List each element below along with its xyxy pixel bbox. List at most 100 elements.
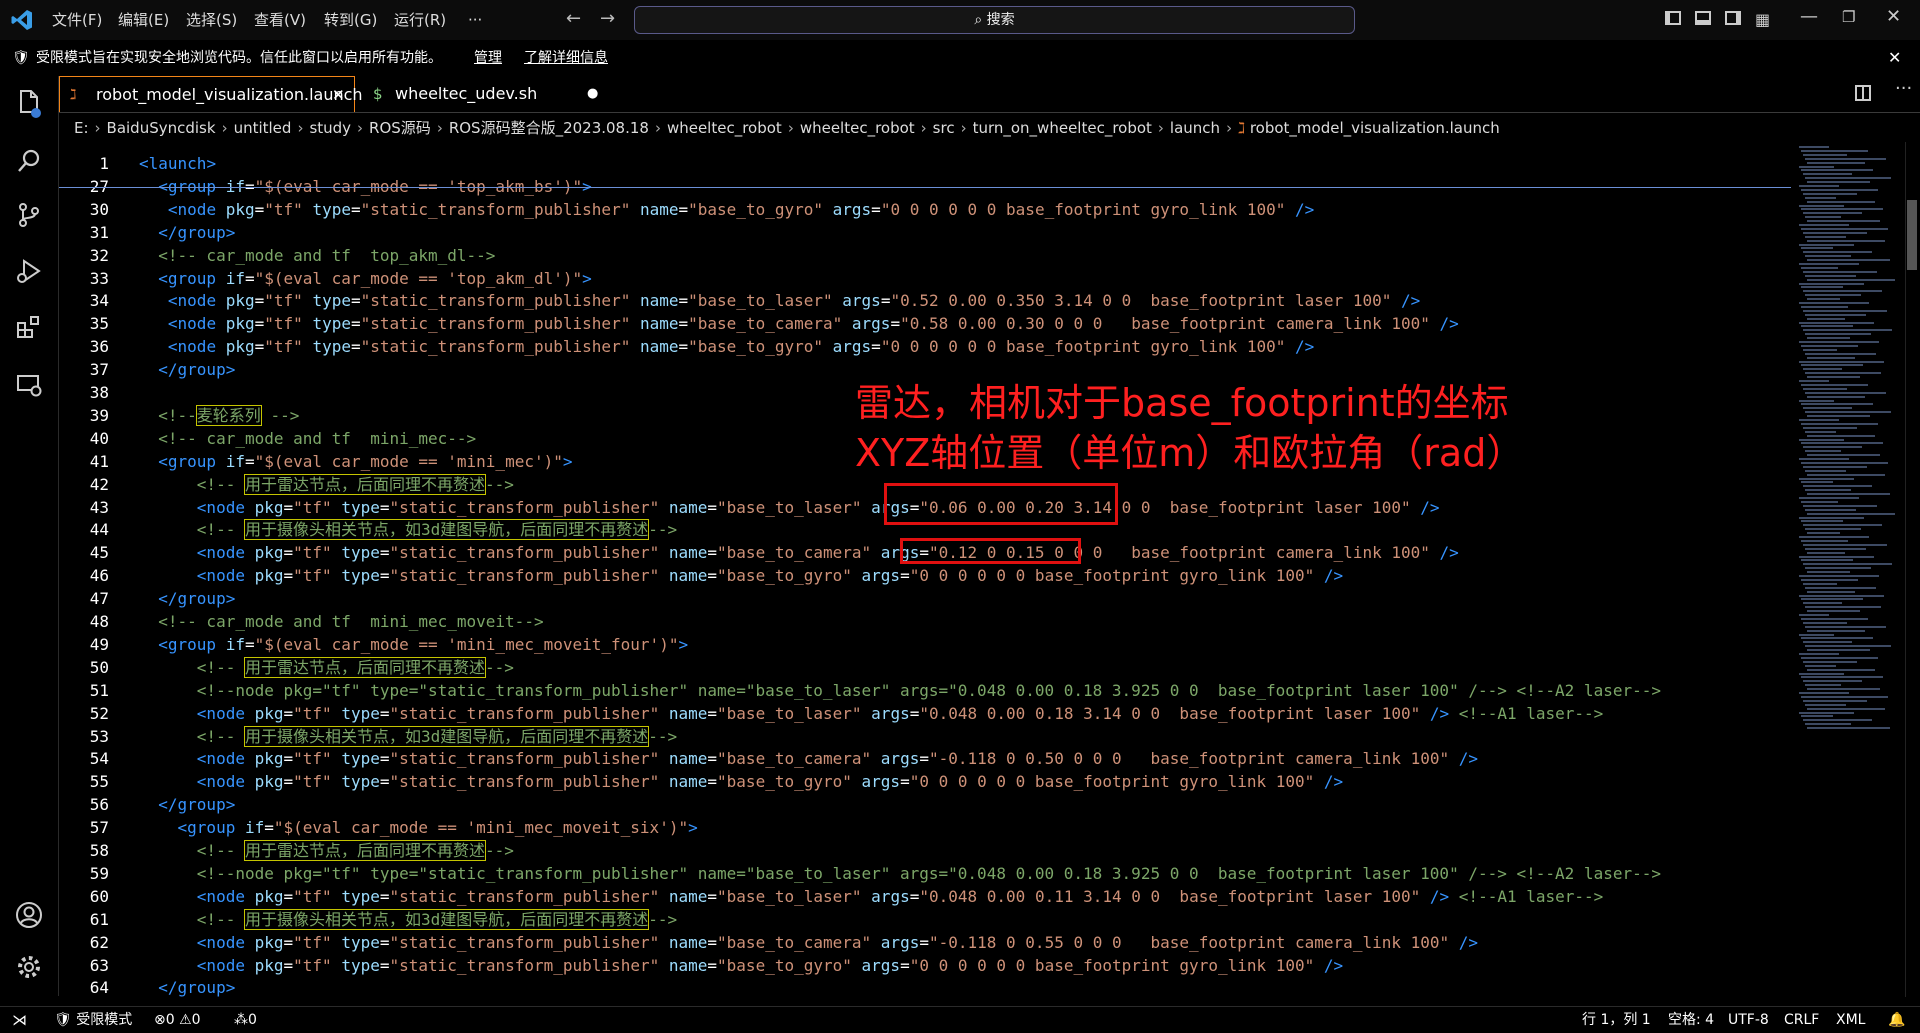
code-line[interactable]: 53 <!-- 用于摄像头相关节点，如3d建图导航，后面同理不再赘述--> — [59, 725, 1791, 748]
breadcrumb-item[interactable]: E: — [74, 119, 89, 137]
restricted-mode-status[interactable]: 🛡 受限模式 — [54, 1007, 132, 1033]
minimap-line — [1801, 169, 1873, 172]
minimap-line — [1807, 239, 1885, 242]
remote-indicator-icon[interactable]: ⋊ — [12, 1007, 27, 1033]
language-mode-status[interactable]: XML — [1836, 1007, 1865, 1033]
code-line[interactable]: 48 <!-- car_mode and tf mini_mec_moveit-… — [59, 610, 1791, 633]
minimap-line — [1803, 641, 1852, 644]
code-text: <node pkg="tf" type="static_transform_pu… — [196, 932, 1479, 952]
menu-selection[interactable]: 选择(S) — [186, 8, 237, 32]
accounts-icon[interactable] — [10, 896, 48, 934]
split-editor-icon[interactable] — [1855, 85, 1871, 101]
explorer-icon[interactable] — [10, 84, 48, 122]
breadcrumb-item[interactable]: ROS源码整合版_2023.08.18 — [449, 119, 649, 137]
code-text: <node pkg="tf" type="static_transform_pu… — [196, 955, 1344, 975]
settings-gear-icon[interactable] — [10, 948, 48, 986]
code-line[interactable]: 34 <node pkg="tf" type="static_transform… — [59, 289, 1791, 312]
eol-status[interactable]: CRLF — [1784, 1007, 1819, 1033]
breadcrumb-item[interactable]: launch — [1170, 119, 1220, 137]
code-line[interactable]: 32 <!-- car_mode and tf top_akm_dl--> — [59, 244, 1791, 267]
code-text: <!-- 用于摄像头相关节点，如3d建图导航，后面同理不再赘述--> — [196, 908, 678, 930]
search-sidebar-icon[interactable] — [10, 142, 48, 180]
restore-icon[interactable]: ❐ — [1842, 8, 1855, 26]
line-number: 30 — [89, 199, 109, 219]
banner-learn-more-link[interactable]: 了解详细信息 — [524, 46, 608, 70]
tab-close-icon[interactable]: ✕ — [332, 77, 345, 113]
menu-view[interactable]: 查看(V) — [254, 8, 306, 32]
code-line[interactable]: 57 <group if="$(eval car_mode == 'mini_m… — [59, 816, 1791, 839]
more-actions-icon[interactable]: ··· — [1895, 78, 1912, 99]
code-line[interactable]: 61 <!-- 用于摄像头相关节点，如3d建图导航，后面同理不再赘述--> — [59, 908, 1791, 931]
menu-edit[interactable]: 编辑(E) — [118, 8, 169, 32]
minimap-line — [1799, 380, 1829, 382]
code-line[interactable]: 36 <node pkg="tf" type="static_transform… — [59, 335, 1791, 358]
code-line[interactable]: 33 <group if="$(eval car_mode == 'top_ak… — [59, 267, 1791, 290]
breadcrumb-item[interactable]: wheeltec_robot — [800, 119, 915, 137]
minimap-line — [1805, 547, 1866, 550]
command-center-search[interactable]: ⌕ 搜索 — [634, 6, 1355, 34]
minimap[interactable] — [1795, 142, 1905, 997]
code-line[interactable]: 60 <node pkg="tf" type="static_transform… — [59, 885, 1791, 908]
remote-explorer-icon[interactable] — [10, 366, 48, 404]
code-line[interactable]: 63 <node pkg="tf" type="static_transform… — [59, 954, 1791, 977]
banner-manage-link[interactable]: 管理 — [474, 46, 502, 70]
vertical-scrollbar[interactable] — [1905, 142, 1920, 997]
problems-status[interactable]: ⊗0 ⚠0 — [154, 1007, 201, 1033]
unsaved-dot-icon[interactable]: ● — [587, 76, 598, 112]
notifications-bell-icon[interactable]: 🔔 — [1888, 1007, 1905, 1033]
cursor-position[interactable]: 行 1，列 1 — [1582, 1007, 1651, 1033]
code-line[interactable]: 50 <!-- 用于雷达节点，后面同理不再赘述--> — [59, 656, 1791, 679]
ports-status[interactable]: ⁂0 — [234, 1007, 257, 1033]
scrollbar-thumb[interactable] — [1907, 200, 1917, 270]
breadcrumb-item[interactable]: turn_on_wheeltec_robot — [973, 119, 1152, 137]
code-line[interactable]: 54 <node pkg="tf" type="static_transform… — [59, 747, 1791, 770]
menu-file[interactable]: 文件(F) — [52, 8, 102, 32]
run-debug-icon[interactable] — [10, 252, 48, 290]
code-line[interactable]: 49 <group if="$(eval car_mode == 'mini_m… — [59, 633, 1791, 656]
back-arrow-icon[interactable]: ← — [566, 8, 581, 29]
line-number: 32 — [89, 245, 109, 265]
breadcrumb-item[interactable]: robot_model_visualization.launch — [1250, 119, 1500, 137]
tab-wheeltec-udev[interactable]: $ wheeltec_udev.sh ● — [359, 76, 599, 112]
code-line[interactable]: 62 <node pkg="tf" type="static_transform… — [59, 931, 1791, 954]
toggle-secondary-sidebar-icon[interactable] — [1725, 11, 1741, 25]
code-line[interactable]: 55 <node pkg="tf" type="static_transform… — [59, 770, 1791, 793]
minimap-line — [1807, 415, 1870, 418]
code-line[interactable]: 1 <launch> — [59, 152, 1791, 175]
line-number: 40 — [89, 428, 109, 448]
code-line[interactable]: 52 <node pkg="tf" type="static_transform… — [59, 702, 1791, 725]
breadcrumb-item[interactable]: ROS源码 — [369, 119, 431, 137]
encoding-status[interactable]: UTF-8 — [1728, 1007, 1769, 1033]
menu-run[interactable]: 运行(R) — [394, 8, 446, 32]
code-line[interactable]: 47 </group> — [59, 587, 1791, 610]
breadcrumb-item[interactable]: src — [933, 119, 955, 137]
code-line[interactable]: 56 </group> — [59, 793, 1791, 816]
toggle-panel-icon[interactable] — [1695, 11, 1711, 25]
banner-close-icon[interactable]: ✕ — [1888, 46, 1901, 70]
source-control-icon[interactable] — [10, 196, 48, 234]
minimize-icon[interactable]: — — [1800, 6, 1818, 27]
menu-go[interactable]: 转到(G) — [324, 8, 377, 32]
tab-robot-model-visualization[interactable]: ℷ robot_model_visualization.launch ✕ — [59, 76, 363, 113]
forward-arrow-icon[interactable]: → — [600, 8, 615, 29]
code-line[interactable]: 51 <!--node pkg="tf" type="static_transf… — [59, 679, 1791, 702]
minimap-line — [1801, 422, 1878, 425]
code-line[interactable]: 35 <node pkg="tf" type="static_transform… — [59, 312, 1791, 335]
breadcrumb-item[interactable]: study — [309, 119, 351, 137]
code-editor[interactable]: 1<launch>27 <group if="$(eval car_mode =… — [59, 142, 1791, 997]
breadcrumb-item[interactable]: untitled — [234, 119, 292, 137]
code-line[interactable]: 64 </group> — [59, 976, 1791, 997]
menu-more[interactable]: ··· — [468, 8, 482, 32]
breadcrumb-item[interactable]: wheeltec_robot — [667, 119, 782, 137]
customize-layout-icon[interactable]: ▦ — [1755, 10, 1770, 29]
code-line[interactable]: 46 <node pkg="tf" type="static_transform… — [59, 564, 1791, 587]
breadcrumb-item[interactable]: BaiduSyncdisk — [107, 119, 216, 137]
toggle-primary-sidebar-icon[interactable] — [1665, 11, 1681, 25]
indentation-status[interactable]: 空格: 4 — [1668, 1007, 1714, 1033]
close-window-icon[interactable]: ✕ — [1886, 6, 1901, 27]
code-line[interactable]: 30 <node pkg="tf" type="static_transform… — [59, 198, 1791, 221]
code-line[interactable]: 31 </group> — [59, 221, 1791, 244]
code-line[interactable]: 58 <!-- 用于雷达节点，后面同理不再赘述--> — [59, 839, 1791, 862]
code-line[interactable]: 59 <!--node pkg="tf" type="static_transf… — [59, 862, 1791, 885]
extensions-icon[interactable] — [10, 308, 48, 346]
